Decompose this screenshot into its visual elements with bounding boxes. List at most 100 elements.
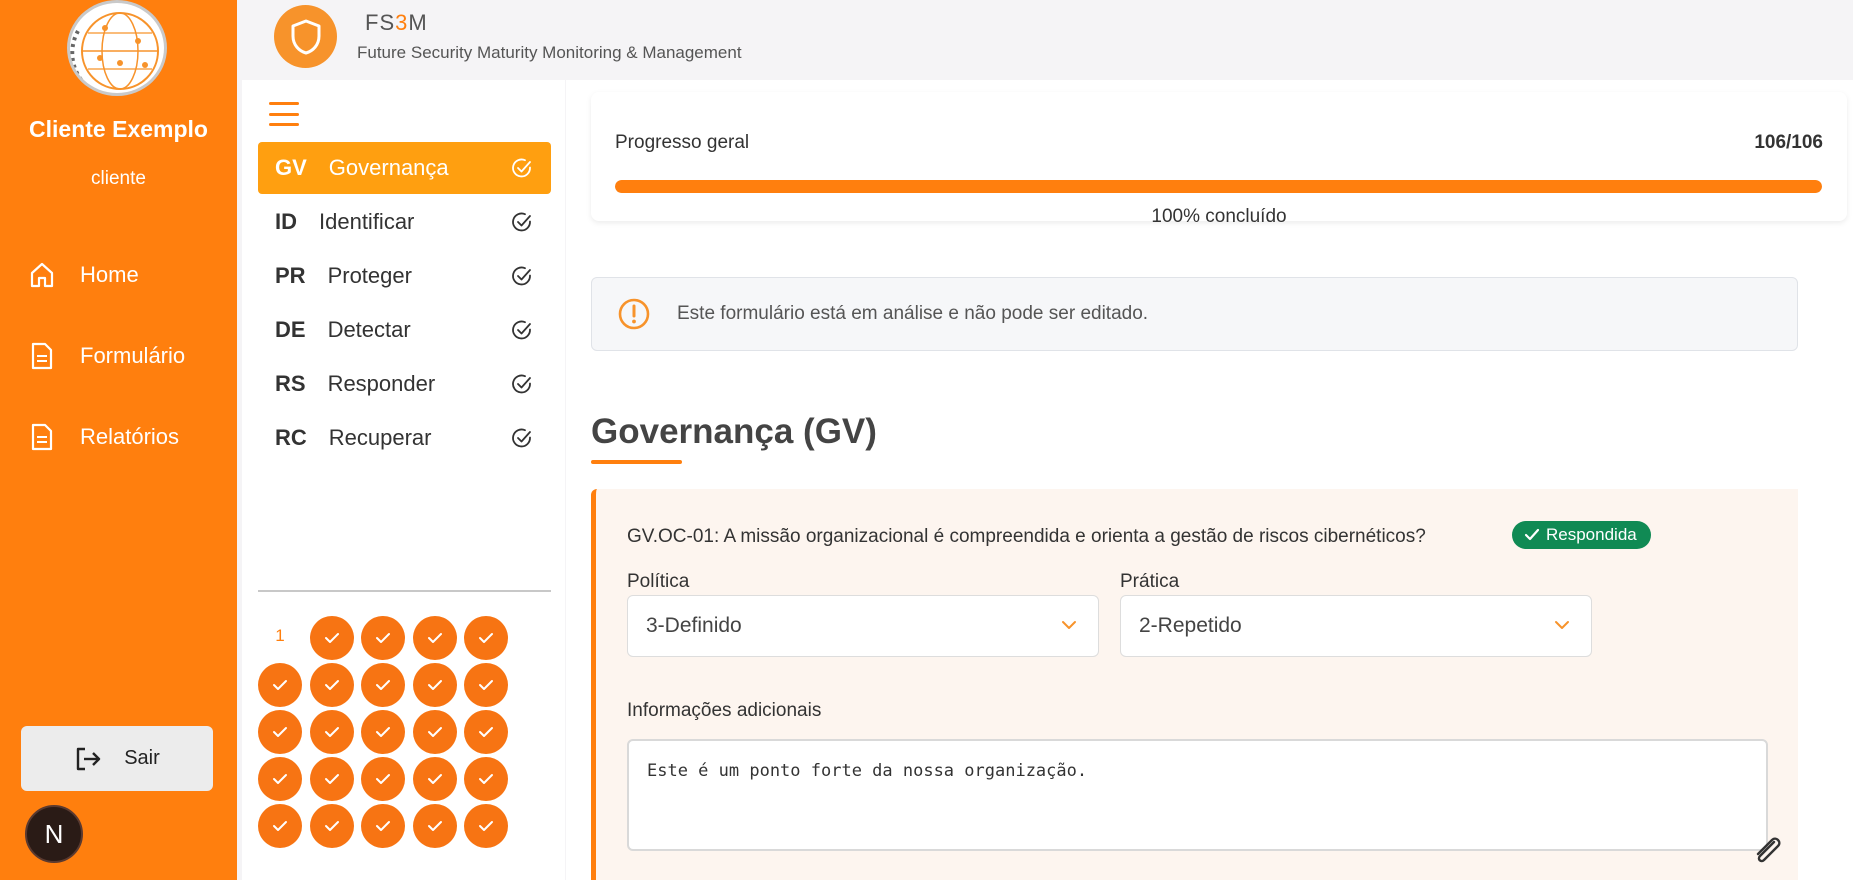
function-code: ID [275, 209, 297, 234]
check-circle-icon [510, 372, 534, 396]
function-code: DE [275, 317, 306, 342]
logout-label: Sair [124, 747, 160, 769]
check-circle-icon [510, 210, 534, 234]
check-icon [324, 679, 340, 691]
practice-select-value: 2-Repetido [1139, 614, 1242, 637]
practice-label: Prática [1120, 571, 1180, 592]
document-icon [28, 341, 56, 371]
home-icon [28, 260, 56, 290]
alert-text: Este formulário está em análise e não po… [677, 303, 1149, 324]
check-icon [272, 726, 288, 738]
check-icon [272, 820, 288, 832]
question-dot[interactable] [258, 757, 302, 801]
question-dot[interactable] [361, 804, 405, 848]
read-only-alert: Este formulário está em análise e não po… [591, 277, 1798, 351]
document-icon [28, 422, 56, 452]
progress-bar-fill [615, 180, 1822, 193]
function-name: Responder [327, 371, 436, 396]
question-dot[interactable] [258, 804, 302, 848]
policy-select[interactable]: 3-Definido [627, 595, 1099, 657]
question-dot[interactable] [361, 757, 405, 801]
check-icon [478, 679, 494, 691]
question-number-current[interactable]: 1 [258, 614, 302, 658]
check-icon [427, 726, 443, 738]
question-dot[interactable] [464, 757, 508, 801]
question-dot[interactable] [412, 804, 457, 848]
badge-letter: N [44, 818, 64, 849]
function-name: Detectar [327, 317, 411, 342]
question-dot[interactable] [412, 757, 457, 801]
shield-icon [274, 5, 337, 68]
check-icon [478, 632, 494, 644]
policy-select-value: 3-Definido [646, 614, 742, 637]
question-card: GV.OC-01: A missão organizacional é comp… [591, 489, 1798, 880]
menu-toggle-icon[interactable] [269, 102, 299, 126]
question-dot[interactable] [309, 757, 354, 801]
check-circle-icon [510, 318, 534, 342]
check-icon [375, 679, 391, 691]
progress-card: Progresso geral 106/106 100% concluído [591, 92, 1847, 227]
question-dot[interactable] [464, 804, 508, 848]
progress-count: 106/106 [1754, 132, 1823, 153]
question-dot[interactable] [309, 804, 354, 848]
question-dot[interactable] [412, 663, 457, 707]
logout-button[interactable]: Sair [21, 726, 213, 791]
function-name: Governança [328, 155, 449, 180]
check-icon [375, 820, 391, 832]
status-badge: Respondida [1512, 521, 1651, 549]
check-circle-icon [510, 156, 534, 180]
question-dot[interactable] [464, 663, 508, 707]
nav-relatorios-label: Relatórios [80, 424, 180, 449]
question-dot[interactable] [258, 663, 302, 707]
question-dot[interactable] [412, 710, 457, 754]
paperclip-icon [1756, 837, 1781, 863]
function-item-rs[interactable]: RS Responder [258, 358, 551, 410]
function-code: RC [275, 425, 307, 450]
check-icon [478, 820, 494, 832]
sidebar: Cliente Exemplo cliente Home Formulário … [0, 0, 237, 880]
function-item-pr[interactable]: PR Proteger [258, 250, 551, 302]
framework-badge-icon[interactable]: N [25, 805, 83, 863]
check-icon [324, 632, 340, 644]
globe-logo-icon [67, 0, 167, 96]
question-dot[interactable] [361, 663, 405, 707]
question-dot[interactable] [258, 710, 302, 754]
check-icon [324, 726, 340, 738]
nav-home[interactable]: Home [28, 255, 139, 295]
question-dot[interactable] [464, 710, 508, 754]
question-dot[interactable] [361, 616, 405, 660]
function-name: Proteger [327, 263, 412, 288]
question-dot[interactable] [309, 616, 354, 660]
brand-name: FS3M [365, 10, 428, 35]
check-icon [375, 726, 391, 738]
function-item-gv[interactable]: GV Governança [258, 142, 551, 194]
function-code: PR [275, 263, 306, 288]
question-dot[interactable] [309, 663, 354, 707]
divider [258, 590, 551, 592]
question-dot[interactable] [412, 616, 457, 660]
question-dot[interactable] [464, 616, 508, 660]
question-dot[interactable] [361, 710, 405, 754]
function-name: Recuperar [328, 425, 432, 450]
function-item-rc[interactable]: RC Recuperar [258, 412, 551, 464]
section-title: Governança (GV) [591, 412, 877, 451]
warning-circle-icon [617, 297, 651, 331]
check-icon [478, 726, 494, 738]
progress-bar [615, 180, 1822, 193]
client-name: Cliente Exemplo [29, 116, 208, 142]
check-icon [427, 632, 443, 644]
nav-relatorios[interactable]: Relatórios [28, 417, 179, 457]
function-item-de[interactable]: DE Detectar [258, 304, 551, 356]
function-code: GV [275, 155, 307, 180]
function-name: Identificar [319, 209, 415, 234]
check-icon [427, 679, 443, 691]
nav-home-label: Home [80, 262, 139, 287]
info-textarea[interactable]: Este é um ponto forte da nossa organizaç… [627, 739, 1768, 851]
check-circle-icon [510, 426, 534, 450]
question-dot[interactable] [309, 710, 354, 754]
status-badge-label: Respondida [1546, 525, 1637, 544]
nav-formulario[interactable]: Formulário [28, 336, 185, 376]
practice-select[interactable]: 2-Repetido [1120, 595, 1592, 657]
chevron-down-icon [1062, 621, 1076, 629]
function-item-id[interactable]: ID Identificar [258, 196, 551, 248]
